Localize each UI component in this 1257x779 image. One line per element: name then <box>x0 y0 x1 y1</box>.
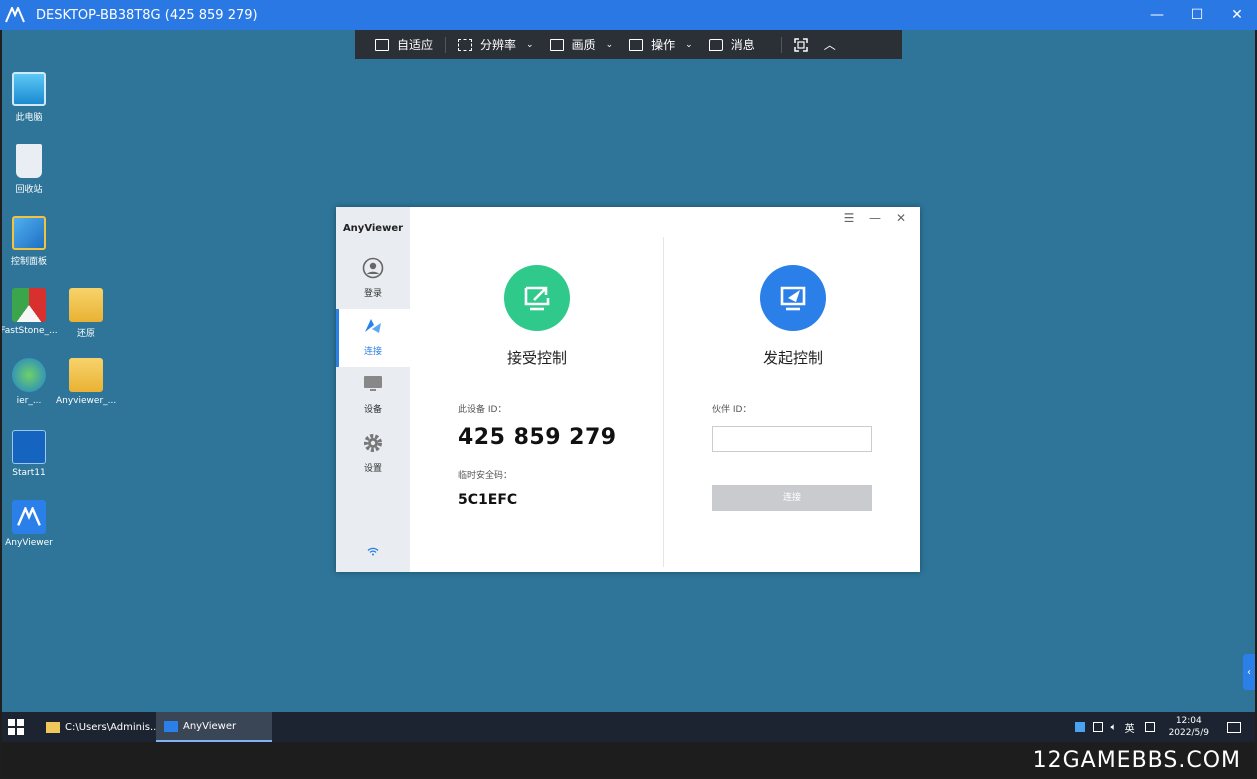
desktop-icon-restore[interactable]: 还原 <box>56 288 116 339</box>
control-panel-icon <box>12 216 46 250</box>
folder-icon <box>69 288 103 322</box>
anyviewer-logo-icon <box>0 0 30 30</box>
side-panel-toggle[interactable]: ‹ <box>1243 654 1255 690</box>
chevron-down-icon: ⌄ <box>685 39 693 50</box>
connect-icon <box>365 319 381 333</box>
chevron-down-icon: ⌄ <box>526 39 534 50</box>
start-button[interactable] <box>8 719 24 735</box>
task-explorer[interactable]: C:\Users\Adminis... <box>38 712 168 742</box>
folder-icon <box>69 358 103 392</box>
anyviewer-icon <box>12 500 46 534</box>
window-title-bar: DESKTOP-BB38T8G (425 859 279) — ☐ ✕ <box>0 0 1257 30</box>
desktop-icon-recycle-bin[interactable]: 回收站 <box>2 144 59 195</box>
network-icon[interactable] <box>1092 722 1103 732</box>
device-id-label: 此设备 ID： <box>458 405 507 415</box>
window-title: DESKTOP-BB38T8G (425 859 279) <box>36 7 258 23</box>
app-menu-button[interactable]: ☰ <box>836 211 862 225</box>
clock[interactable]: 12:04 2022/5/9 <box>1169 715 1209 739</box>
app-close-button[interactable]: ✕ <box>888 211 914 225</box>
resolution-icon <box>458 38 473 51</box>
maximize-button[interactable]: ☐ <box>1177 0 1217 30</box>
wifi-icon <box>367 547 379 556</box>
connect-button[interactable]: 连接 <box>712 485 872 511</box>
globe-icon <box>12 358 46 392</box>
temp-code: 5C1EFC <box>458 492 518 508</box>
operation-button[interactable]: 操作 ⌄ <box>621 30 701 59</box>
partner-id-input[interactable] <box>712 426 872 452</box>
nav-connect[interactable]: 连接 <box>336 309 410 367</box>
folder-icon <box>46 721 60 733</box>
recycle-bin-icon <box>16 144 42 178</box>
nav-login[interactable]: 登录 <box>336 251 410 309</box>
quality-button[interactable]: 画质 ⌄ <box>542 30 622 59</box>
desktop-icon-this-pc[interactable]: 此电脑 <box>2 72 59 123</box>
fullscreen-icon <box>793 37 808 52</box>
temp-code-label: 临时安全码： <box>458 471 513 481</box>
remote-desktop[interactable]: 自适应 分辨率 ⌄ 画质 ⌄ 操作 ⌄ 消息 ︿ 此电脑 回收站 控制面板 Fa… <box>2 30 1255 777</box>
anyviewer-icon <box>164 720 178 732</box>
panel-divider <box>663 237 664 567</box>
message-button[interactable]: 消息 <box>701 30 763 59</box>
desktop-icon-anyviewer-folder[interactable]: Anyviewer_... <box>56 358 116 406</box>
fit-icon <box>375 38 389 51</box>
initiate-control-icon <box>760 265 826 331</box>
user-icon <box>362 257 384 279</box>
message-icon <box>708 38 723 51</box>
keyboard-icon <box>629 38 644 51</box>
system-tray: 🔈︎ 英 12:04 2022/5/9 <box>1074 712 1255 742</box>
faststone-icon <box>12 288 46 322</box>
anyviewer-window: AnyViewer 登录 连接 设备 设置 ☰ — ✕ 接受控制 此设备 ID：… <box>336 207 920 572</box>
app-minimize-button[interactable]: — <box>862 211 888 225</box>
start11-icon <box>12 430 46 464</box>
partner-id-label: 伙伴 ID： <box>712 405 752 415</box>
desktop-icon-start11[interactable]: Start11 <box>2 430 59 478</box>
app-sidebar: AnyViewer 登录 连接 设备 设置 <box>336 207 410 572</box>
desktop-icon-ier[interactable]: ier_... <box>2 358 59 406</box>
remote-toolbar: 自适应 分辨率 ⌄ 画质 ⌄ 操作 ⌄ 消息 ︿ <box>355 30 902 59</box>
taskbar: C:\Users\Adminis... AnyViewer 🔈︎ 英 12:04… <box>2 712 1255 742</box>
initiate-control-title: 发起控制 <box>762 349 823 367</box>
desktop-icon-anyviewer[interactable]: AnyViewer <box>2 500 59 548</box>
keyboard-icon[interactable] <box>1144 722 1155 732</box>
quality-icon <box>549 38 564 51</box>
desktop-icon-control-panel[interactable]: 控制面板 <box>2 216 59 267</box>
bottom-strip: 12GAMEBBS.COM <box>2 742 1255 777</box>
volume-icon[interactable]: 🔈︎ <box>1111 722 1117 733</box>
close-button[interactable]: ✕ <box>1217 0 1257 30</box>
receive-control-icon <box>504 265 570 331</box>
device-id: 425 859 279 <box>458 425 617 450</box>
resolution-button[interactable]: 分辨率 ⌄ <box>450 30 542 59</box>
nav-devices[interactable]: 设备 <box>336 367 410 425</box>
desktop-icon-faststone[interactable]: FastStone_... <box>2 288 59 336</box>
app-name: AnyViewer <box>342 223 404 234</box>
minimize-button[interactable]: — <box>1137 0 1177 30</box>
fullscreen-button[interactable] <box>786 30 816 59</box>
monitor-icon <box>364 376 382 391</box>
gear-icon <box>364 434 382 452</box>
ime-indicator[interactable]: 英 <box>1125 720 1135 735</box>
nav-settings[interactable]: 设置 <box>336 426 410 484</box>
computer-icon <box>12 72 46 106</box>
collapse-toolbar-button[interactable]: ︿ <box>816 30 844 59</box>
fit-button[interactable]: 自适应 <box>367 30 441 59</box>
receive-control-title: 接受控制 <box>506 349 567 367</box>
notification-icon[interactable] <box>1227 721 1241 733</box>
chevron-up-icon: ︿ <box>823 38 836 52</box>
task-anyviewer[interactable]: AnyViewer <box>156 712 272 742</box>
watermark: 12GAMEBBS.COM <box>1032 748 1241 773</box>
chevron-down-icon: ⌄ <box>605 39 614 50</box>
tray-app-icon[interactable] <box>1074 722 1085 732</box>
